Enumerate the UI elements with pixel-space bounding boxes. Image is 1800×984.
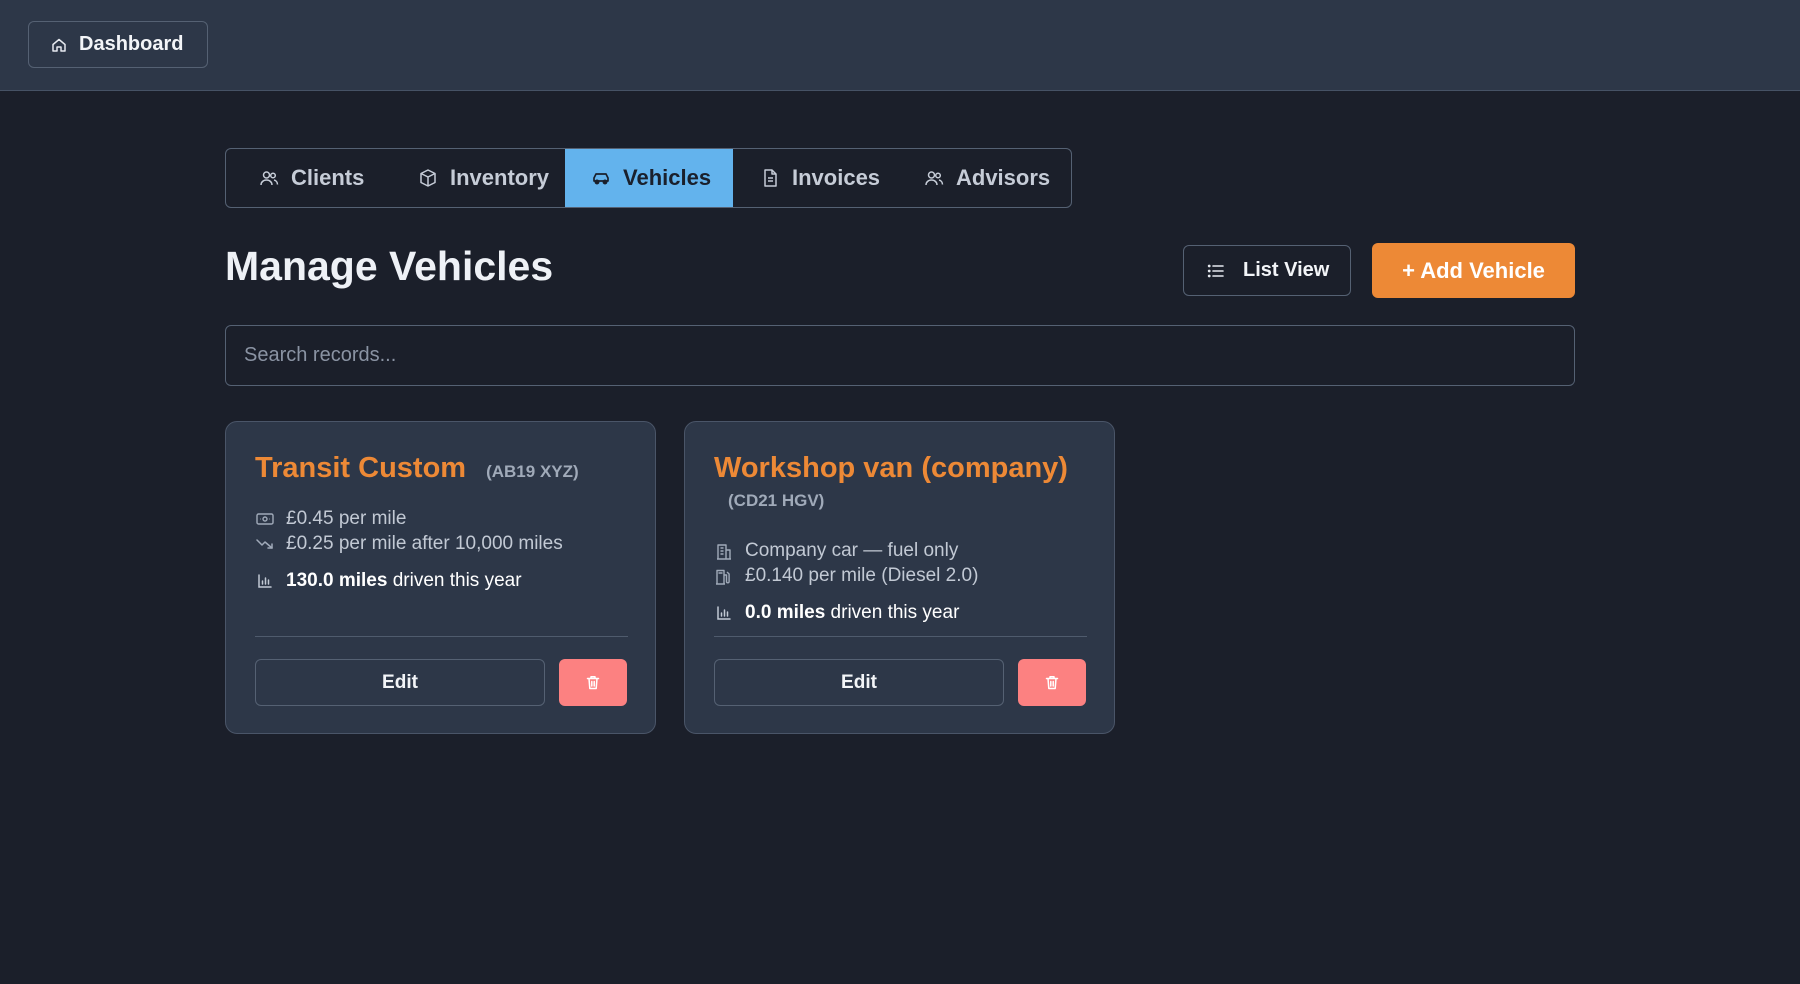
trash-icon xyxy=(586,675,600,690)
delete-button[interactable] xyxy=(559,659,627,706)
list-view-button[interactable]: List View xyxy=(1183,245,1351,296)
tab-clients-label: Clients xyxy=(291,165,365,190)
bar-chart-icon xyxy=(714,605,733,621)
tab-inventory-label: Inventory xyxy=(450,165,550,190)
vehicle-card: Workshop van (company) (CD21 HGV) Company… xyxy=(684,421,1115,734)
edit-button[interactable]: Edit xyxy=(714,659,1004,706)
search-input[interactable] xyxy=(225,325,1575,386)
banknote-icon xyxy=(255,512,274,526)
rate-text: £0.45 per mile xyxy=(286,508,407,529)
tab-advisors-label: Advisors xyxy=(956,165,1051,190)
policy-line: Company car — fuel only xyxy=(714,540,958,562)
miles-text: 0.0 miles driven this year xyxy=(745,602,959,624)
vehicle-registration: (AB19 XYZ) xyxy=(486,462,579,481)
tab-invoices[interactable]: Invoices xyxy=(733,149,899,207)
reduced-rate-text: £0.25 per mile after 10,000 miles xyxy=(286,533,563,554)
list-icon xyxy=(1207,262,1225,280)
card-divider xyxy=(255,636,628,637)
bar-chart-icon xyxy=(255,573,274,589)
fuel-rate-text: £0.140 per mile (Diesel 2.0) xyxy=(745,565,979,586)
miles-suffix: driven this year xyxy=(387,570,522,591)
vehicle-card: Transit Custom (AB19 XYZ) £0.45 per mile … xyxy=(225,421,656,734)
trending-down-icon xyxy=(255,537,274,551)
users-icon xyxy=(924,168,944,188)
edit-button[interactable]: Edit xyxy=(255,659,545,706)
miles-text: 130.0 miles driven this year xyxy=(286,570,522,592)
list-view-label: List View xyxy=(1243,259,1330,281)
reduced-rate-line: £0.25 per mile after 10,000 miles xyxy=(255,533,563,555)
tab-invoices-label: Invoices xyxy=(792,165,881,190)
vehicle-title: Transit Custom (AB19 XYZ) xyxy=(255,450,635,488)
fuel-rate-line: £0.140 per mile (Diesel 2.0) xyxy=(714,565,978,587)
dashboard-label: Dashboard xyxy=(79,33,184,55)
tab-vehicles[interactable]: Vehicles xyxy=(565,149,733,207)
vehicle-registration: (CD21 HGV) xyxy=(728,490,825,510)
miles-suffix: driven this year xyxy=(825,602,960,623)
building-icon xyxy=(714,543,733,560)
policy-text: Company car — fuel only xyxy=(745,540,959,561)
miles-value: 0.0 miles xyxy=(745,602,826,623)
card-divider xyxy=(714,636,1087,637)
delete-button[interactable] xyxy=(1018,659,1086,706)
tab-vehicles-label: Vehicles xyxy=(623,165,712,190)
miles-line: 130.0 miles driven this year xyxy=(255,570,522,592)
tab-clients[interactable]: Clients xyxy=(226,149,388,207)
page-title: Manage Vehicles xyxy=(225,243,554,289)
vehicle-title: Workshop van (company) (CD21 HGV) xyxy=(714,450,1094,512)
users-icon xyxy=(259,168,279,188)
vehicle-name: Transit Custom xyxy=(255,452,467,484)
home-icon xyxy=(51,37,67,53)
trash-icon xyxy=(1045,675,1059,690)
section-tabs: Clients Inventory Vehicles Invoices Advi… xyxy=(225,148,1072,208)
vehicle-name: Workshop van (company) xyxy=(714,452,1068,484)
miles-line: 0.0 miles driven this year xyxy=(714,602,959,624)
tab-advisors[interactable]: Advisors xyxy=(899,149,1071,207)
rate-line: £0.45 per mile xyxy=(255,508,406,530)
fuel-icon xyxy=(714,568,733,585)
dashboard-button[interactable]: Dashboard xyxy=(28,21,208,68)
box-icon xyxy=(418,168,438,188)
tab-inventory[interactable]: Inventory xyxy=(388,149,565,207)
top-bar: Dashboard xyxy=(0,0,1800,91)
miles-value: 130.0 miles xyxy=(286,570,388,591)
add-vehicle-button[interactable]: + Add Vehicle xyxy=(1372,243,1575,298)
car-icon xyxy=(591,168,611,188)
document-icon xyxy=(760,168,780,188)
